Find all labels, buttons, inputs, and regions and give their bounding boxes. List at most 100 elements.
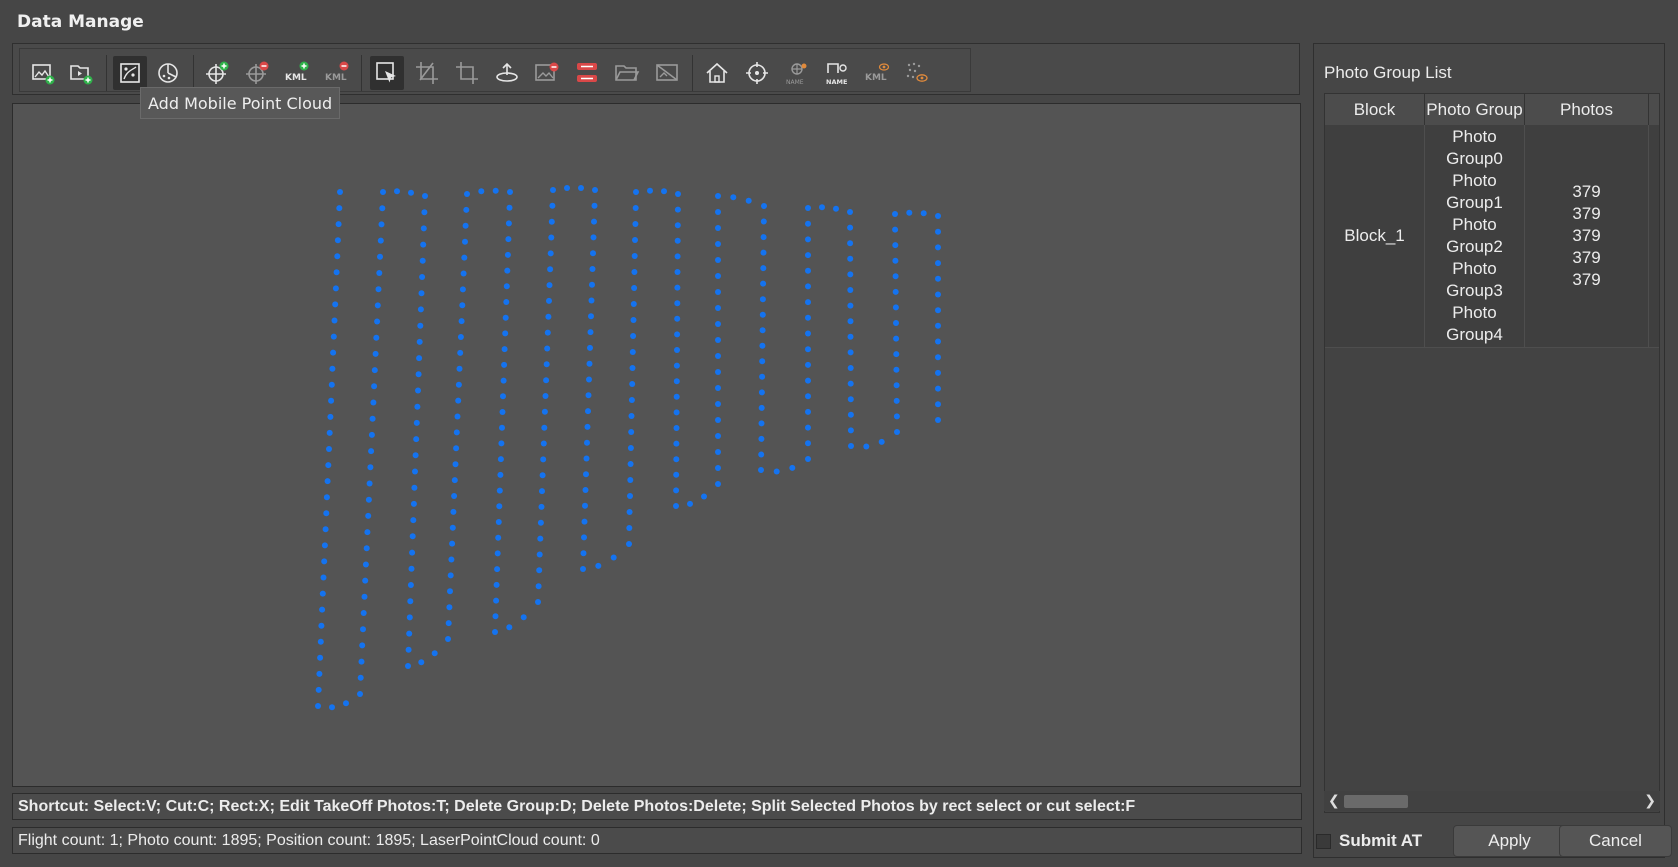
photo-position-point[interactable] — [847, 380, 854, 387]
photo-position-point[interactable] — [629, 349, 636, 355]
map-view[interactable] — [12, 103, 1301, 787]
photo-position-point[interactable] — [627, 461, 634, 467]
photo-position-point[interactable] — [539, 488, 545, 495]
photo-position-point[interactable] — [591, 218, 597, 225]
photo-position-point[interactable] — [674, 237, 681, 244]
photo-position-point[interactable] — [453, 429, 460, 436]
hide-images-button[interactable] — [650, 56, 684, 90]
photo-position-point[interactable] — [327, 413, 334, 420]
photo-position-point[interactable] — [502, 314, 509, 321]
photo-position-point[interactable] — [316, 670, 323, 677]
photo-position-point[interactable] — [360, 610, 367, 616]
photo-position-point[interactable] — [581, 534, 587, 541]
photo-position-point[interactable] — [463, 206, 470, 213]
remove-control-point-button[interactable] — [240, 56, 274, 90]
photo-position-point[interactable] — [847, 209, 853, 215]
photo-position-point[interactable] — [548, 218, 555, 225]
photo-position-point[interactable] — [715, 369, 721, 375]
photo-position-point[interactable] — [805, 220, 811, 227]
photo-position-point[interactable] — [935, 385, 941, 392]
photo-position-point[interactable] — [378, 221, 385, 228]
photo-position-point[interactable] — [452, 461, 459, 468]
edit-takeoff-button[interactable] — [490, 56, 524, 90]
photo-position-point[interactable] — [587, 344, 593, 351]
photo-position-point[interactable] — [374, 318, 381, 325]
photo-position-point[interactable] — [805, 361, 811, 368]
photo-position-point[interactable] — [373, 334, 380, 341]
flight-path-plot[interactable] — [13, 104, 1300, 786]
photo-position-point[interactable] — [321, 542, 328, 549]
photo-position-point[interactable] — [630, 317, 637, 323]
photo-position-point[interactable] — [590, 250, 596, 257]
photo-position-point[interactable] — [833, 205, 839, 212]
photo-position-point[interactable] — [456, 365, 463, 372]
photo-position-point[interactable] — [893, 366, 900, 373]
photo-position-point[interactable] — [412, 468, 418, 475]
photo-position-point[interactable] — [368, 431, 375, 438]
photo-position-point[interactable] — [674, 206, 681, 213]
photo-position-point[interactable] — [582, 502, 588, 509]
photo-position-point[interactable] — [407, 582, 414, 588]
photo-position-point[interactable] — [494, 550, 501, 557]
photo-position-point[interactable] — [595, 562, 602, 569]
photo-position-point[interactable] — [632, 237, 638, 243]
photo-position-point[interactable] — [335, 221, 342, 228]
photo-position-point[interactable] — [674, 300, 681, 307]
photo-position-point[interactable] — [892, 288, 899, 295]
photo-position-point[interactable] — [326, 446, 332, 452]
photo-position-point[interactable] — [760, 218, 767, 225]
scroll-right-icon[interactable]: ❯ — [1644, 793, 1656, 809]
photo-position-point[interactable] — [935, 369, 941, 376]
photo-position-point[interactable] — [847, 224, 854, 231]
photo-position-point[interactable] — [365, 512, 372, 519]
photo-position-point[interactable] — [377, 237, 384, 244]
photo-position-point[interactable] — [420, 225, 427, 232]
photo-position-point[interactable] — [459, 302, 466, 309]
show-points-button[interactable] — [900, 56, 934, 90]
photo-position-point[interactable] — [715, 289, 721, 295]
photo-position-point[interactable] — [847, 365, 854, 371]
photo-position-point[interactable] — [540, 456, 547, 463]
photo-position-point[interactable] — [715, 225, 721, 231]
photo-position-point[interactable] — [673, 393, 680, 400]
photo-position-point[interactable] — [459, 286, 466, 293]
photo-position-point[interactable] — [759, 296, 766, 303]
photo-position-point[interactable] — [497, 471, 504, 478]
photo-position-point[interactable] — [323, 510, 330, 517]
photo-position-point[interactable] — [321, 558, 328, 565]
photo-position-point[interactable] — [548, 234, 555, 241]
photo-position-point[interactable] — [328, 381, 335, 388]
photo-position-point[interactable] — [478, 188, 485, 195]
photo-position-point[interactable] — [761, 203, 767, 209]
photo-position-point[interactable] — [550, 187, 556, 193]
show-kml-button[interactable]: KML — [860, 56, 894, 90]
photo-position-point[interactable] — [324, 478, 331, 485]
photo-position-point[interactable] — [331, 317, 338, 324]
photo-position-point[interactable] — [492, 187, 499, 194]
photo-position-point[interactable] — [760, 265, 767, 272]
photo-position-point[interactable] — [462, 238, 468, 245]
photo-position-point[interactable] — [847, 255, 854, 262]
add-point-cloud-button[interactable] — [151, 56, 185, 90]
column-header-photo-group[interactable]: Photo Group — [1425, 94, 1525, 125]
photo-position-point[interactable] — [935, 260, 941, 267]
photo-position-point[interactable] — [847, 396, 854, 403]
photo-position-point[interactable] — [674, 315, 681, 322]
photo-position-point[interactable] — [546, 282, 553, 289]
column-header-block[interactable]: Block — [1325, 94, 1425, 125]
photo-position-point[interactable] — [759, 342, 766, 349]
photo-position-point[interactable] — [906, 209, 913, 216]
photo-position-point[interactable] — [418, 290, 425, 297]
cut-tool-button[interactable] — [410, 56, 444, 90]
photo-position-point[interactable] — [449, 524, 456, 531]
select-tool-button[interactable] — [370, 56, 404, 90]
photo-position-point[interactable] — [336, 205, 343, 212]
photo-position-point[interactable] — [416, 338, 423, 345]
photo-position-point[interactable] — [457, 334, 464, 340]
photo-position-point[interactable] — [359, 642, 366, 649]
photo-position-point[interactable] — [628, 397, 635, 403]
horizontal-scrollbar[interactable]: ❮ ❯ — [1324, 791, 1660, 811]
photo-position-point[interactable] — [627, 477, 634, 483]
photo-position-point[interactable] — [758, 389, 765, 396]
photo-position-point[interactable] — [343, 700, 349, 707]
